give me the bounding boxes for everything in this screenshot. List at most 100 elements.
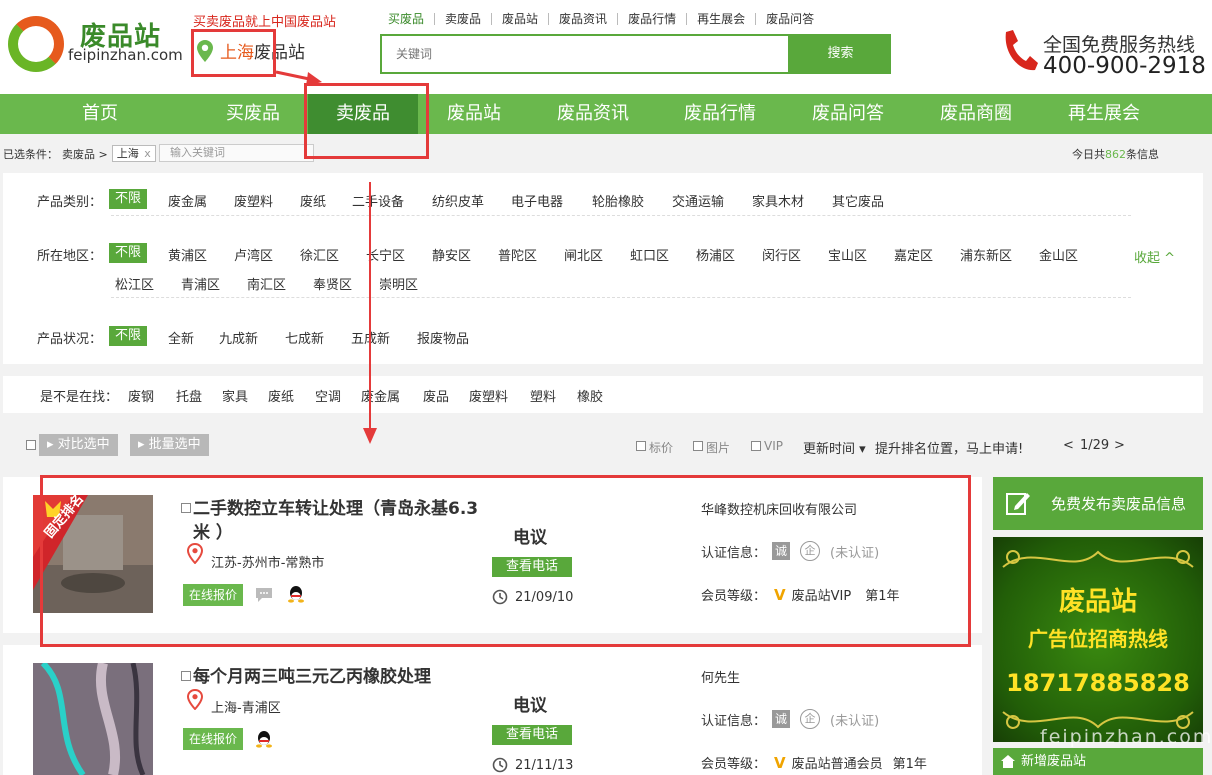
- filter-option[interactable]: 松江区: [115, 274, 154, 293]
- online-quote-button[interactable]: 在线报价: [183, 728, 244, 750]
- filter-option[interactable]: 报废物品: [417, 328, 469, 347]
- vip-filter-checkbox[interactable]: [751, 441, 761, 451]
- filter-option[interactable]: 静安区: [432, 245, 471, 264]
- filter-option[interactable]: 七成新: [285, 328, 324, 347]
- filter-option[interactable]: 宝山区: [828, 245, 867, 264]
- nav-expo[interactable]: 再生展会: [1058, 94, 1150, 134]
- filter-option[interactable]: 轮胎橡胶: [592, 191, 644, 210]
- filter-option[interactable]: 家具木材: [752, 191, 804, 210]
- qq-icon[interactable]: [288, 585, 304, 603]
- compare-button[interactable]: ▸ 对比选中: [39, 434, 118, 456]
- filter-option[interactable]: 电子电器: [511, 191, 563, 210]
- suggest-item[interactable]: 废纸: [268, 386, 294, 405]
- conditions-crumb[interactable]: 卖废品 >: [62, 146, 108, 162]
- suggest-item[interactable]: 废钢: [128, 386, 154, 405]
- price-filter-checkbox[interactable]: [636, 441, 646, 451]
- listing-checkbox[interactable]: [181, 503, 191, 513]
- keyword-filter-input[interactable]: 输入关键词: [159, 144, 314, 162]
- suggest-item[interactable]: 橡胶: [577, 386, 603, 405]
- new-station-header[interactable]: 新增废品站: [993, 748, 1203, 775]
- top-link-sell[interactable]: 卖废品: [434, 13, 491, 25]
- filter-option[interactable]: 交通运输: [672, 191, 724, 210]
- listing-thumbnail[interactable]: [33, 663, 153, 775]
- close-icon[interactable]: x: [144, 147, 151, 160]
- filter-option[interactable]: 废金属: [168, 191, 207, 210]
- filter-option[interactable]: 青浦区: [181, 274, 220, 293]
- qq-icon[interactable]: [256, 730, 272, 748]
- top-link-expo[interactable]: 再生展会: [686, 13, 755, 25]
- logo-domain[interactable]: feipinzhan.com: [68, 46, 183, 64]
- listing-checkbox[interactable]: [181, 671, 191, 681]
- suggest-item[interactable]: 塑料: [530, 386, 556, 405]
- filter-option[interactable]: 浦东新区: [960, 245, 1012, 264]
- prev-page-button[interactable]: <: [1063, 438, 1074, 453]
- condition-tag[interactable]: 上海 x: [111, 145, 156, 162]
- top-link-market[interactable]: 废品行情: [617, 13, 686, 25]
- filter-option[interactable]: 卢湾区: [234, 245, 273, 264]
- listing-title[interactable]: 二手数控立车转让处理（青岛永基6.3米 ）: [193, 497, 483, 545]
- top-link-buy[interactable]: 买废品: [380, 13, 434, 25]
- filter-option[interactable]: 普陀区: [498, 245, 537, 264]
- filter-option[interactable]: 长宁区: [366, 245, 405, 264]
- image-filter-checkbox[interactable]: [693, 441, 703, 451]
- nav-home[interactable]: 首页: [60, 94, 140, 134]
- suggest-item[interactable]: 废品: [423, 386, 449, 405]
- filter-option[interactable]: 不限: [109, 189, 148, 209]
- view-phone-button[interactable]: 查看电话: [492, 557, 572, 577]
- filter-option[interactable]: 废纸: [300, 191, 326, 210]
- top-link-station[interactable]: 废品站: [491, 13, 548, 25]
- filter-option[interactable]: 金山区: [1039, 245, 1078, 264]
- filter-option[interactable]: 杨浦区: [696, 245, 735, 264]
- suggest-item[interactable]: 空调: [315, 386, 341, 405]
- nav-news[interactable]: 废品资讯: [547, 94, 639, 134]
- promo-link[interactable]: 提升排名位置，马上申请!: [875, 438, 1023, 457]
- publish-button[interactable]: 免费发布卖废品信息: [993, 477, 1203, 530]
- filter-option[interactable]: 其它废品: [832, 191, 884, 210]
- collapse-toggle[interactable]: 收起 ^: [1134, 247, 1175, 266]
- filter-option[interactable]: 黄浦区: [168, 245, 207, 264]
- nav-buy[interactable]: 买废品: [213, 94, 293, 134]
- suggest-item[interactable]: 托盘: [176, 386, 202, 405]
- filter-option[interactable]: 废塑料: [234, 191, 273, 210]
- filter-option[interactable]: 虹口区: [630, 245, 669, 264]
- filter-option[interactable]: 不限: [109, 243, 148, 263]
- filter-option[interactable]: 不限: [109, 326, 148, 346]
- city-name[interactable]: 上海: [220, 38, 254, 63]
- filter-option[interactable]: 九成新: [219, 328, 258, 347]
- select-all-checkbox[interactable]: [26, 440, 36, 450]
- listing-title[interactable]: 每个月两三吨三元乙丙橡胶处理: [193, 665, 483, 689]
- logo-icon[interactable]: [8, 16, 64, 72]
- filter-option[interactable]: 南汇区: [247, 274, 286, 293]
- message-icon[interactable]: [255, 587, 273, 603]
- nav-qa[interactable]: 废品问答: [802, 94, 894, 134]
- ad-banner[interactable]: 废品站 广告位招商热线 18717885828: [993, 537, 1203, 742]
- nav-station[interactable]: 废品站: [434, 94, 514, 134]
- sort-dropdown[interactable]: 更新时间 ▾: [803, 438, 866, 457]
- filter-option[interactable]: 奉贤区: [313, 274, 352, 293]
- nav-circle[interactable]: 废品商圈: [930, 94, 1022, 134]
- suggest-item[interactable]: 家具: [222, 386, 248, 405]
- view-phone-button[interactable]: 查看电话: [492, 725, 572, 745]
- next-page-button[interactable]: >: [1114, 438, 1125, 453]
- company-name[interactable]: 华峰数控机床回收有限公司: [701, 499, 857, 518]
- batch-select-button[interactable]: ▸ 批量选中: [130, 434, 209, 456]
- filter-option[interactable]: 徐汇区: [300, 245, 339, 264]
- top-link-news[interactable]: 废品资讯: [548, 13, 617, 25]
- search-input[interactable]: [382, 36, 788, 72]
- company-name[interactable]: 何先生: [701, 667, 740, 686]
- nav-sell[interactable]: 卖废品: [308, 94, 418, 134]
- top-link-qa[interactable]: 废品问答: [755, 13, 824, 25]
- filter-option[interactable]: 纺织皮革: [432, 191, 484, 210]
- city-selector[interactable]: 上海 废品站: [196, 38, 305, 63]
- filter-option[interactable]: 嘉定区: [894, 245, 933, 264]
- filter-option[interactable]: 五成新: [351, 328, 390, 347]
- suggest-item[interactable]: 废塑料: [469, 386, 508, 405]
- filter-option[interactable]: 闵行区: [762, 245, 801, 264]
- suggest-item[interactable]: 废金属: [361, 386, 400, 405]
- filter-option[interactable]: 全新: [168, 328, 194, 347]
- filter-option[interactable]: 崇明区: [379, 274, 418, 293]
- search-button[interactable]: 搜索: [790, 34, 891, 74]
- filter-option[interactable]: 二手设备: [352, 191, 404, 210]
- filter-option[interactable]: 闸北区: [564, 245, 603, 264]
- nav-market[interactable]: 废品行情: [674, 94, 766, 134]
